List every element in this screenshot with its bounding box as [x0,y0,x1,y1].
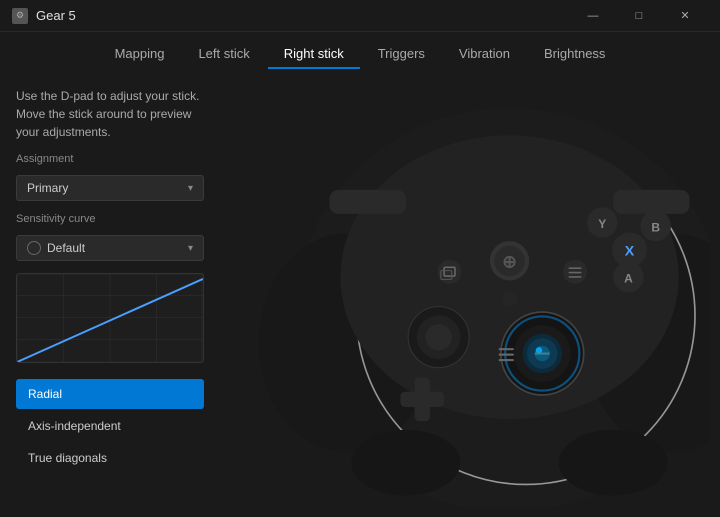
title-bar-left: ⚙ Gear 5 [12,8,76,24]
app-icon: ⚙ [12,8,28,24]
mode-axis-independent-button[interactable]: Axis-independent [16,411,204,441]
right-panel: X Y B A ⊕ [220,69,720,508]
tab-triggers[interactable]: Triggers [362,40,441,69]
mode-radial-button[interactable]: Radial [16,379,204,409]
chart-svg [17,274,203,363]
sensitivity-row: Default [27,241,85,255]
maximize-button[interactable]: □ [616,0,662,32]
left-panel: Use the D-pad to adjust your stick. Move… [0,69,220,508]
svg-text:⊕: ⊕ [502,251,517,271]
assignment-label: Assignment [16,153,204,165]
svg-text:X: X [625,243,635,259]
assignment-value: Primary [27,181,68,195]
sensitivity-chart [16,273,204,363]
sensitivity-group: Sensitivity curve Default ▾ [16,213,204,261]
assignment-group: Assignment Primary ▾ [16,153,204,201]
close-button[interactable]: ✕ [662,0,708,32]
minimize-button[interactable]: — [570,0,616,32]
sensitivity-dropdown[interactable]: Default ▾ [16,235,204,261]
tab-brightness[interactable]: Brightness [528,40,621,69]
app-title: Gear 5 [36,8,76,23]
title-bar: ⚙ Gear 5 — □ ✕ [0,0,720,32]
assignment-chevron-icon: ▾ [188,183,193,194]
svg-text:A: A [624,272,633,286]
controller-svg: X Y B A ⊕ [220,69,710,508]
svg-text:B: B [651,220,660,234]
instructions-text: Use the D-pad to adjust your stick. Move… [16,87,204,141]
nav-bar: Mapping Left stick Right stick Triggers … [0,32,720,69]
sensitivity-label: Sensitivity curve [16,213,204,225]
mode-true-diagonals-button[interactable]: True diagonals [16,443,204,473]
sensitivity-value: Default [47,241,85,255]
assignment-dropdown[interactable]: Primary ▾ [16,175,204,201]
sensitivity-icon [27,241,41,255]
svg-text:Y: Y [598,217,606,231]
mode-buttons: Radial Axis-independent True diagonals [16,379,204,473]
tab-right-stick[interactable]: Right stick [268,40,360,69]
main-content: Use the D-pad to adjust your stick. Move… [0,69,720,508]
sensitivity-chevron-icon: ▾ [188,243,193,254]
title-bar-controls: — □ ✕ [570,0,708,32]
tab-vibration[interactable]: Vibration [443,40,526,69]
tab-left-stick[interactable]: Left stick [182,40,265,69]
tab-mapping[interactable]: Mapping [99,40,181,69]
